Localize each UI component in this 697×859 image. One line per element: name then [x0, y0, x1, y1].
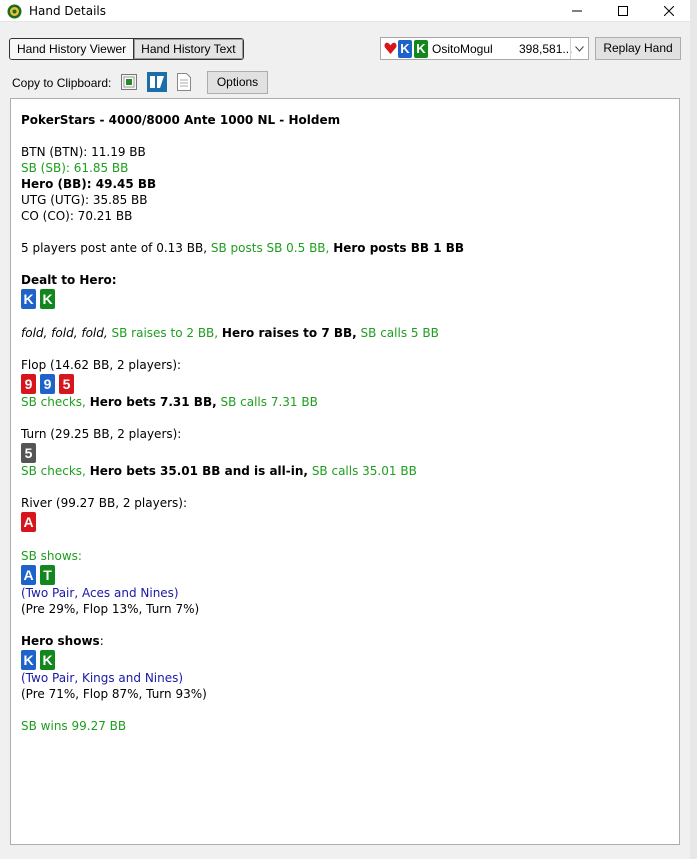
image-copy-icon [121, 74, 137, 90]
sb-call-text: SB calls 5 BB [360, 326, 439, 340]
card-t-clubs: T [40, 565, 55, 585]
flop-cards: 9 9 5 [21, 374, 669, 394]
card-9-hearts: 9 [21, 374, 36, 394]
hero-hand-rank: (Two Pair, Kings and Nines) [21, 671, 184, 685]
flop-action: SB checks, Hero bets 7.31 BB, SB calls 7… [21, 394, 669, 410]
river-cards: A [21, 512, 669, 532]
window-title: Hand Details [29, 4, 107, 18]
close-button[interactable] [646, 0, 692, 22]
minimize-button[interactable] [554, 0, 600, 22]
river-label: River (99.27 BB, 2 players): [21, 496, 187, 510]
sb-hand-rank: (Two Pair, Aces and Nines) [21, 586, 179, 600]
tab-hand-history-text[interactable]: Hand History Text [133, 39, 243, 59]
options-button[interactable]: Options [207, 71, 268, 94]
player-hero: Hero (BB): 49.45 BB [21, 177, 157, 191]
player-utg: UTG (UTG): 35.85 BB [21, 193, 148, 207]
fold-text: fold, [51, 326, 78, 340]
dealt-label: Dealt to Hero: [21, 273, 117, 287]
copy-image-button[interactable] [118, 71, 140, 93]
view-toggle: Hand History Viewer Hand History Text [9, 38, 244, 60]
app-logo-icon [7, 4, 22, 19]
hero-shows-line: Hero shows: [21, 633, 669, 649]
sb-equity: (Pre 29%, Flop 13%, Turn 7%) [21, 602, 200, 616]
maximize-icon [618, 6, 628, 16]
player-stack: 398,581... [519, 42, 573, 56]
flop-label: Flop (14.62 BB, 2 players): [21, 358, 182, 372]
hero-equity: (Pre 71%, Flop 87%, Turn 93%) [21, 687, 207, 701]
hand-header: PokerStars - 4000/8000 Ante 1000 NL - Ho… [21, 113, 341, 127]
copy-to-clipboard-label: Copy to Clipboard: [12, 76, 112, 90]
hero-shown-cards: K K [21, 650, 669, 670]
card-k-clubs: K [40, 650, 55, 670]
forum-format-icon [147, 72, 167, 92]
ante-text: 5 players post ante of 0.13 BB, [21, 241, 208, 255]
player-btn: BTN (BTN): 11.19 BB [21, 145, 146, 159]
card-a-hearts: A [21, 512, 36, 532]
turn-label: Turn (29.25 BB, 2 players): [21, 427, 182, 441]
window-edge [690, 0, 697, 859]
card-k-clubs: K [40, 289, 55, 309]
hero-post-text: Hero posts BB 1 BB [333, 241, 465, 255]
card-k-spades: K [21, 650, 36, 670]
maximize-button[interactable] [600, 0, 646, 22]
sb-call-text: SB calls 35.01 BB [311, 464, 417, 478]
player-co: CO (CO): 70.21 BB [21, 209, 133, 223]
sb-check-text: SB checks, [21, 395, 86, 409]
chevron-down-icon [575, 45, 584, 52]
sb-call-text: SB calls 7.31 BB [220, 395, 318, 409]
heart-suit-icon [384, 42, 397, 54]
copy-forum-button[interactable] [146, 71, 168, 93]
sb-shows-label: SB shows: [21, 549, 82, 563]
fold-text: fold, [81, 326, 108, 340]
sb-raise-text: SB raises to 2 BB, [111, 326, 219, 340]
posts-line: 5 players post ante of 0.13 BB, SB posts… [21, 240, 669, 256]
dropdown-arrow[interactable] [570, 38, 588, 59]
fold-text: fold, [21, 326, 48, 340]
card-9-spades: 9 [40, 374, 55, 394]
player-card-2: K [414, 40, 428, 58]
sb-post-text: SB posts SB 0.5 BB, [210, 241, 330, 255]
player-name: OsitoMogul [432, 42, 493, 56]
card-a-spades: A [21, 565, 36, 585]
tab-hand-history-viewer[interactable]: Hand History Viewer [10, 39, 134, 59]
result-line: SB wins 99.27 BB [21, 719, 127, 733]
minimize-icon [572, 10, 582, 12]
turn-action: SB checks, Hero bets 35.01 BB and is all… [21, 463, 669, 479]
hero-hole-cards: K K [21, 289, 669, 309]
sb-shown-cards: A T [21, 565, 669, 585]
hand-history-text: PokerStars - 4000/8000 Ante 1000 NL - Ho… [10, 98, 680, 845]
replay-hand-button[interactable]: Replay Hand [595, 37, 681, 60]
sb-check-text: SB checks, [21, 464, 86, 478]
hero-raise-text: Hero raises to 7 BB, [221, 326, 357, 340]
title-bar: Hand Details [0, 0, 690, 22]
card-5-turn: 5 [21, 443, 36, 463]
hero-bet-text: Hero bets 7.31 BB, [89, 395, 217, 409]
turn-cards: 5 [21, 443, 669, 463]
player-select[interactable]: K K OsitoMogul 398,581... [380, 37, 589, 60]
card-k-spades: K [21, 289, 36, 309]
preflop-action: fold, fold, fold, SB raises to 2 BB, Her… [21, 325, 669, 341]
text-document-icon [177, 73, 191, 91]
copy-text-button[interactable] [173, 71, 195, 93]
hero-shows-label: Hero shows [21, 634, 100, 648]
player-card-1: K [398, 40, 412, 58]
hero-shows-colon: : [99, 634, 104, 648]
close-icon [664, 6, 674, 16]
player-sb: SB (SB): 61.85 BB [21, 161, 129, 175]
card-5-hearts: 5 [59, 374, 74, 394]
hero-allin-text: Hero bets 35.01 BB and is all-in, [89, 464, 308, 478]
